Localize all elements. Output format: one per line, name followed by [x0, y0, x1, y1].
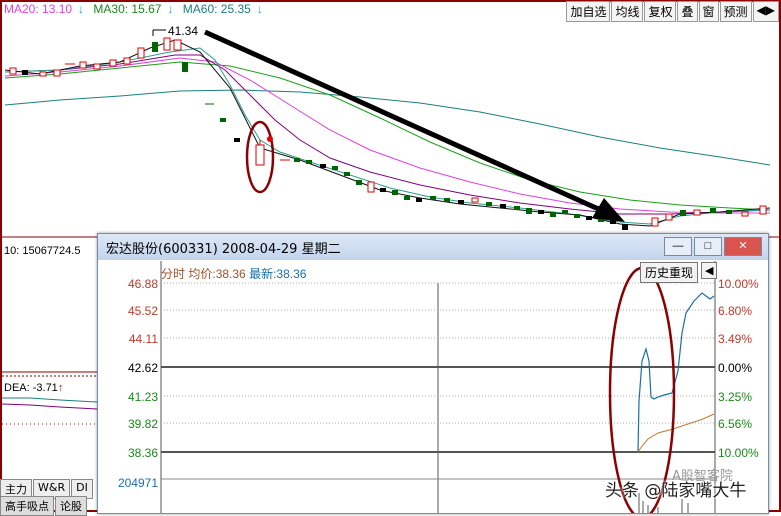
trend-arrow-head: [592, 198, 625, 222]
right-axis-label: 6.80%: [718, 304, 753, 318]
ma20-line: [4, 57, 770, 214]
maximize-button[interactable]: □: [694, 237, 722, 256]
ma30-label: MA30: 15.67: [93, 2, 162, 16]
nav-arrows-button[interactable]: ◀▶: [752, 1, 779, 22]
left-axis: 46.88 45.52 44.11 42.62 41.23 39.82 38.3…: [98, 261, 158, 513]
trend-arrow: [203, 29, 607, 215]
latest-price-label: 最新:: [249, 267, 277, 281]
left-axis-label: 45.52: [127, 304, 158, 318]
indicator-line-2: [1, 403, 98, 410]
left-axis-label: 38.36: [127, 446, 158, 460]
mode-label: 分时: [161, 267, 186, 281]
intraday-avg-line: [637, 413, 715, 453]
history-back-icon[interactable]: ◀: [701, 262, 718, 279]
forecast-button[interactable]: 预测: [719, 1, 752, 22]
indicator-line-1: [2, 397, 98, 403]
left-axis-label: 44.11: [128, 332, 158, 346]
right-axis-label: 10.00%: [718, 446, 759, 460]
adjust-button[interactable]: 复权: [644, 1, 677, 22]
avg-price-value: 38.36: [215, 267, 246, 281]
chart-toolbar: 加自选 均线 复权 叠 窗 预测 ◀▶: [565, 1, 779, 22]
right-axis-label: 3.25%: [718, 390, 753, 404]
avg-price-label: 均价:: [188, 267, 216, 281]
ma-button[interactable]: 均线: [611, 1, 644, 22]
tab-discussion[interactable]: 论股: [55, 496, 87, 516]
candles: [9, 37, 767, 230]
close-button[interactable]: ✕: [724, 237, 762, 256]
ma5-line: [4, 47, 771, 225]
bottom-tabs-row2: 高手吸点 论股: [0, 496, 88, 516]
history-replay-button[interactable]: 历史重现: [640, 262, 699, 283]
left-axis-label: 41.23: [127, 390, 158, 404]
latest-price-value: 38.36: [276, 267, 307, 281]
left-axis-label: 39.82: [127, 417, 158, 431]
intraday-info-bar: 分时 均价:38.36 最新:38.36: [161, 265, 306, 282]
annotation-dot: [267, 136, 273, 142]
window-controls: — □ ✕: [662, 237, 762, 256]
volume-label: 10: 15067724.5: [4, 245, 81, 257]
intraday-popup-window: 宏达股份(600331) 2008-04-29 星期二 — □ ✕ 46.88 …: [97, 233, 769, 514]
window-button[interactable]: 窗: [698, 1, 719, 22]
ma20-label: MA20: 13.10: [4, 2, 73, 16]
add-favorite-button[interactable]: 加自选: [566, 1, 611, 22]
ma60-label: MA60: 25.35: [182, 2, 251, 16]
right-axis-label: 0.00%: [718, 361, 753, 375]
overlay-button[interactable]: 叠: [677, 1, 698, 22]
peak-price-label: 41.34: [168, 24, 199, 38]
left-axis-label: 204971: [117, 476, 158, 490]
ma10-line: [4, 54, 771, 215]
ma-legend: MA20: 13.10 ↓ MA30: 15.67 ↓ MA60: 25.35 ↓: [4, 2, 263, 16]
left-axis-label: 42.62: [127, 361, 158, 375]
tab-expert-buy[interactable]: 高手吸点: [0, 496, 54, 516]
ma60-line: [4, 89, 771, 166]
ma30-line: [4, 61, 771, 211]
minimize-button[interactable]: —: [664, 237, 692, 256]
right-axis-label: 10.00%: [718, 277, 759, 291]
watermark: 头条 @陆家嘴大牛: [605, 481, 747, 501]
dea-label: DEA: -3.71↑: [4, 382, 64, 394]
right-axis-label: 3.49%: [718, 332, 753, 346]
right-axis-label: 6.56%: [718, 417, 753, 431]
left-axis-label: 46.88: [127, 277, 158, 291]
popup-title: 宏达股份(600331) 2008-04-29 星期二: [106, 241, 341, 257]
